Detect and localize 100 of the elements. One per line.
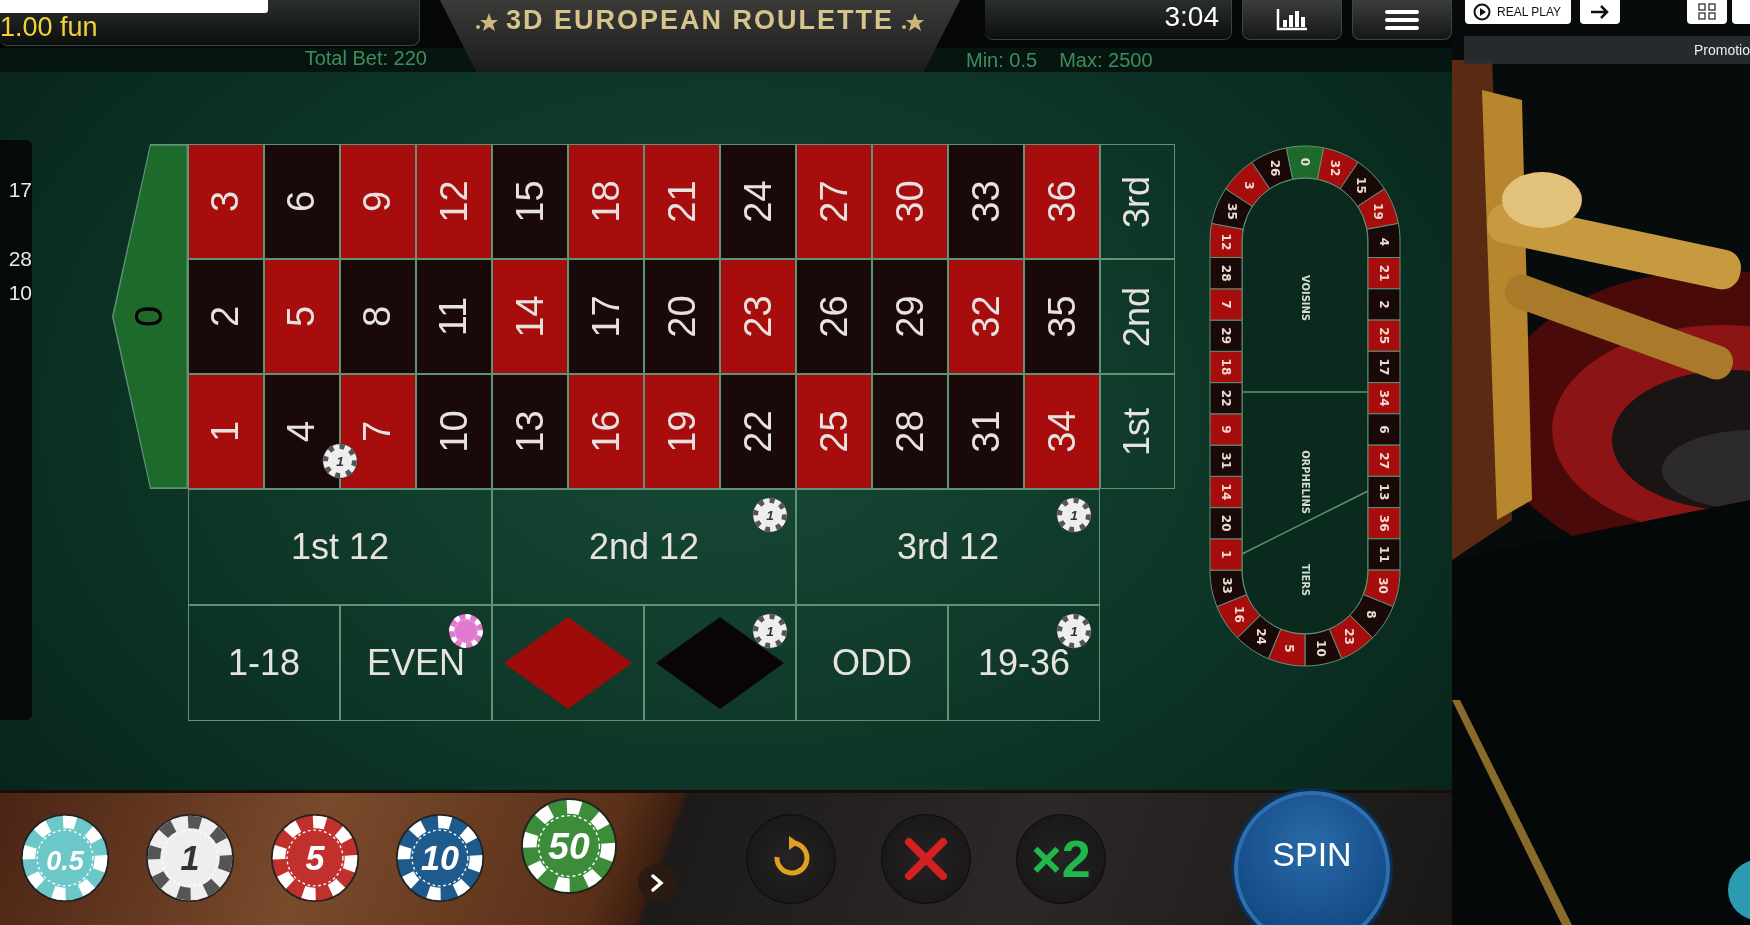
column-bet-cell[interactable]: 2nd [1100, 259, 1175, 374]
racetrack-number[interactable]: 34 [1367, 382, 1401, 415]
racetrack-number[interactable]: 33 [1209, 569, 1248, 608]
racetrack-number[interactable]: 7 [1209, 288, 1243, 321]
racetrack-number[interactable]: 6 [1367, 413, 1401, 446]
racetrack-section[interactable]: VOISINS [1298, 275, 1312, 321]
number-cell[interactable]: 25 [796, 374, 872, 489]
racetrack-number[interactable]: 9 [1209, 413, 1243, 446]
racetrack-number[interactable]: 11 [1367, 538, 1401, 571]
number-cell[interactable]: 13 [492, 374, 568, 489]
dozen-cell[interactable]: 1st 12 [188, 489, 492, 605]
number-cell[interactable]: 10 [416, 374, 492, 489]
racetrack-number[interactable]: 36 [1367, 507, 1401, 540]
number-cell[interactable]: 28 [872, 374, 948, 489]
outside-bet-cell[interactable]: 19-36 1 [948, 605, 1100, 721]
racetrack-number[interactable]: 31 [1209, 444, 1243, 477]
cell-number: 30 [888, 180, 932, 223]
bet-chip: 1 [752, 497, 788, 533]
real-play-button[interactable]: REAL PLAY [1465, 0, 1572, 24]
outside-bet-cell[interactable]: 1 [644, 605, 796, 721]
promotions-bar[interactable]: Promotio [1464, 36, 1750, 64]
number-cell[interactable]: 12 [416, 144, 492, 259]
number-cell[interactable]: 11 [416, 259, 492, 374]
number-cell[interactable]: 32 [948, 259, 1024, 374]
racetrack-number[interactable]: 14 [1209, 475, 1243, 509]
outside-bet-cell[interactable]: ODD [796, 605, 948, 721]
racetrack-number[interactable]: 18 [1209, 350, 1243, 384]
bet-limit-text: Max: 2500 [1059, 48, 1153, 72]
outside-bet-cell[interactable]: EVEN [340, 605, 492, 721]
statistics-button[interactable] [1242, 0, 1342, 40]
racetrack-number[interactable]: 10 [1304, 628, 1343, 667]
dozen-cell[interactable]: 3rd 12 1 [796, 489, 1100, 605]
number-cell[interactable]: 23 [720, 259, 796, 374]
cell-number: 15 [508, 180, 552, 223]
number-cell[interactable]: 36 [1024, 144, 1100, 259]
total-bet-text: Total Bet: 220 [304, 46, 427, 70]
racetrack-number[interactable]: 13 [1367, 475, 1401, 509]
number-cell[interactable]: 15 [492, 144, 568, 259]
racetrack-section[interactable]: TIERS [1298, 564, 1312, 596]
number-cell[interactable]: 26 [796, 259, 872, 374]
racetrack-number[interactable]: 22 [1209, 382, 1243, 415]
column-bet-cell[interactable]: 1st [1100, 374, 1175, 489]
layout-button[interactable] [1687, 0, 1727, 24]
racetrack-number[interactable]: 28 [1209, 257, 1243, 290]
racetrack-number[interactable]: 2 [1367, 288, 1401, 321]
outside-bet-cell[interactable] [492, 605, 644, 721]
number-cell[interactable]: 1 [188, 374, 264, 489]
number-cell[interactable]: 14 [492, 259, 568, 374]
racetrack-number[interactable]: 29 [1209, 319, 1243, 352]
racetrack-number[interactable]: 17 [1367, 350, 1401, 384]
racetrack-number[interactable]: 25 [1367, 319, 1401, 352]
spin-button[interactable]: SPIN [1231, 788, 1393, 925]
cell-number: 0 [128, 305, 172, 328]
racetrack-number[interactable]: 30 [1362, 569, 1401, 608]
cell-number: 13 [508, 410, 552, 453]
login-button[interactable] [1580, 0, 1620, 24]
racetrack-number[interactable]: 20 [1209, 507, 1243, 540]
star-icon [475, 12, 498, 32]
racetrack-number[interactable]: 27 [1367, 444, 1401, 477]
number-cell[interactable]: 16 [568, 374, 644, 489]
number-cell[interactable]: 35 [1024, 259, 1100, 374]
number-cell[interactable]: 19 [644, 374, 720, 489]
number-cell[interactable]: 34 [1024, 374, 1100, 489]
number-cell[interactable]: 3 [188, 144, 264, 259]
outside-bet-label: ODD [832, 642, 912, 684]
racetrack-number[interactable]: 1 [1209, 538, 1243, 571]
menu-button[interactable] [1352, 0, 1452, 40]
next-chips-button[interactable] [638, 864, 676, 902]
play-icon [1473, 3, 1491, 21]
number-cell[interactable]: 30 [872, 144, 948, 259]
number-cell[interactable]: 29 [872, 259, 948, 374]
outside-bet-cell[interactable]: 1-18 [188, 605, 340, 721]
cell-number: 2 [204, 305, 248, 328]
racetrack-section[interactable]: ORPHELINS [1298, 450, 1312, 514]
cell-number: 5 [280, 305, 324, 328]
number-cell[interactable]: 33 [948, 144, 1024, 259]
number-cell[interactable]: 27 [796, 144, 872, 259]
column-bet-label: 1st [1116, 407, 1159, 456]
number-cell[interactable]: 24 [720, 144, 796, 259]
cell-number: 3 [204, 190, 248, 213]
bet-limit-text: Min: 0.5 [966, 48, 1038, 72]
number-cell[interactable]: 17 [568, 259, 644, 374]
number-cell[interactable]: 18 [568, 144, 644, 259]
number-cell[interactable]: 21 [644, 144, 720, 259]
number-cell[interactable]: 8 [340, 259, 416, 374]
column-bet-cell[interactable]: 3rd [1100, 144, 1175, 259]
racetrack-number[interactable]: 21 [1367, 257, 1401, 290]
number-cell[interactable]: 9 [340, 144, 416, 259]
dozen-cell[interactable]: 2nd 12 1 [492, 489, 796, 605]
number-cell[interactable]: 5 [264, 259, 340, 374]
cell-number: 14 [508, 295, 552, 338]
number-cell[interactable]: 31 [948, 374, 1024, 489]
racetrack-number[interactable]: 5 [1267, 628, 1306, 667]
promotions-label: Promotio [1693, 42, 1750, 58]
number-cell[interactable]: 20 [644, 259, 720, 374]
number-cell[interactable]: 6 [264, 144, 340, 259]
number-cell[interactable]: 22 [720, 374, 796, 489]
dozen-label: 1st 12 [290, 526, 390, 568]
number-cell[interactable]: 2 [188, 259, 264, 374]
double-bets-button[interactable]: ×2 [1016, 814, 1106, 904]
